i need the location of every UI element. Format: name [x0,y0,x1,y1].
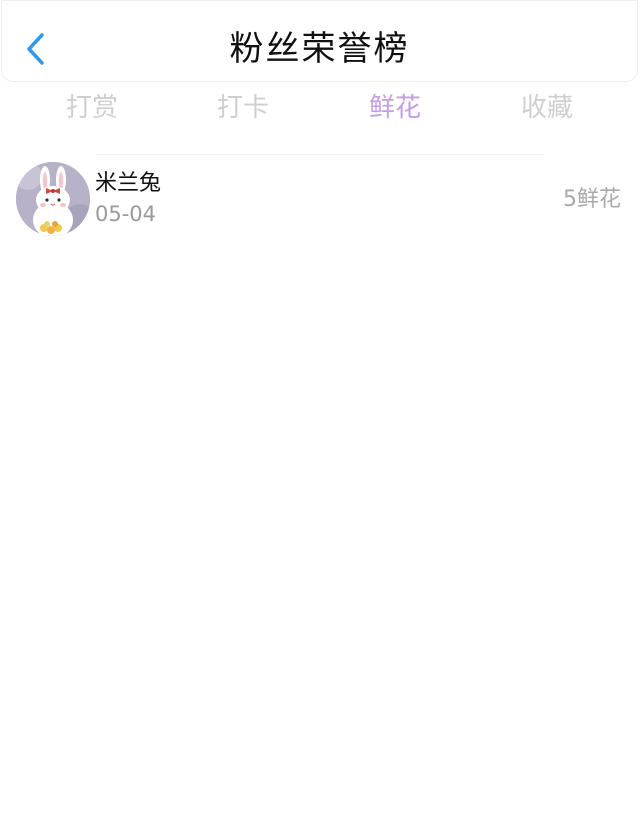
avatar [16,162,90,236]
tab-reward[interactable]: 打赏 [32,90,152,126]
bunny-avatar-icon [16,162,90,236]
tab-bar: 打赏 打卡 鲜花 收藏 [0,84,640,134]
fans-honor-page: 粉丝荣誉榜 打赏 打卡 鲜花 收藏 米兰兔 05-04 5鲜花 [0,0,640,837]
header-bar: 粉丝荣誉榜 [1,0,638,82]
user-name: 米兰兔 [95,171,162,196]
user-date: 05-04 [95,202,157,226]
flower-count: 5鲜花 [563,187,621,212]
list-item[interactable]: 米兰兔 05-04 5鲜花 [0,162,640,240]
tab-flowers[interactable]: 鲜花 [335,90,455,126]
divider [96,154,544,155]
tab-checkin[interactable]: 打卡 [183,90,303,126]
tab-favorites[interactable]: 收藏 [487,90,607,126]
page-title: 粉丝荣誉榜 [229,29,410,69]
